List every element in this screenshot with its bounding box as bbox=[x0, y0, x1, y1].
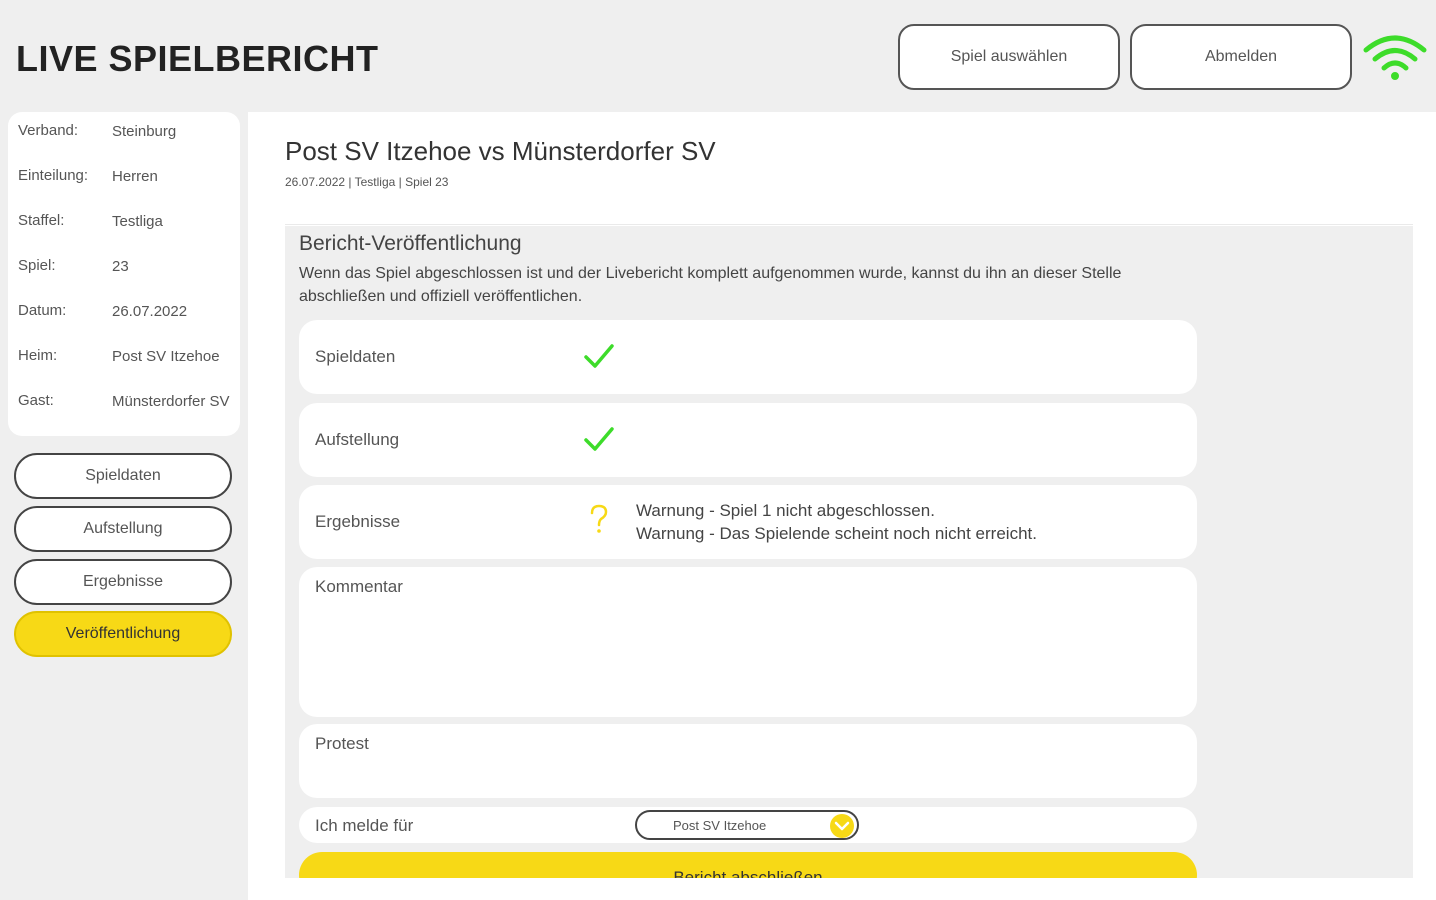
info-label: Datum: bbox=[18, 302, 67, 319]
info-label: Gast: bbox=[18, 392, 54, 409]
chevron-down-icon bbox=[830, 814, 854, 838]
panel-description: Wenn das Spiel abgeschlossen ist und der… bbox=[299, 265, 1122, 305]
app-title: LIVE SPIELBERICHT bbox=[16, 38, 379, 79]
check-row-aufstellung: Aufstellung bbox=[299, 403, 1197, 477]
match-meta: 26.07.2022 | Testliga | Spiel 23 bbox=[285, 175, 449, 189]
nav-aufstellung-button[interactable]: Aufstellung bbox=[14, 506, 232, 552]
info-value: Münsterdorfer SV bbox=[112, 393, 230, 410]
info-label: Einteilung: bbox=[18, 167, 89, 184]
select-game-button[interactable]: Spiel auswählen bbox=[898, 24, 1120, 90]
check-label: Ergebnisse bbox=[315, 512, 401, 531]
publication-panel: Bericht-Veröffentlichung Wenn das Spiel … bbox=[285, 226, 1413, 878]
info-value: 23 bbox=[112, 258, 129, 275]
protest-label: Protest bbox=[315, 734, 369, 753]
info-value: Steinburg bbox=[112, 123, 177, 140]
info-label: Heim: bbox=[18, 347, 58, 364]
info-value: Herren bbox=[112, 168, 158, 185]
warning-text: Warnung - Das Spielende scheint noch nic… bbox=[636, 524, 1037, 543]
check-icon bbox=[584, 427, 614, 451]
check-label: Spieldaten bbox=[315, 347, 396, 366]
team-select[interactable]: Post SV Itzehoe bbox=[635, 810, 859, 840]
comment-label: Kommentar bbox=[315, 577, 403, 596]
wifi-icon bbox=[1363, 35, 1427, 80]
protest-field[interactable]: Protest bbox=[299, 724, 1197, 798]
comment-field[interactable]: Kommentar bbox=[299, 567, 1197, 717]
nav-ergebnisse-button[interactable]: Ergebnisse bbox=[14, 559, 232, 605]
report-for-row: Ich melde für Post SV Itzehoe bbox=[299, 807, 1197, 843]
divider bbox=[285, 224, 1413, 225]
check-label: Aufstellung bbox=[315, 430, 400, 449]
match-title: Post SV Itzehoe vs Münsterdorfer SV bbox=[285, 136, 716, 166]
report-for-label: Ich melde für bbox=[315, 816, 414, 835]
question-icon bbox=[590, 504, 608, 533]
submit-report-button[interactable]: Bericht abschließen bbox=[299, 852, 1197, 878]
nav-veroeffentlichung-button[interactable]: Veröffentlichung bbox=[14, 611, 232, 657]
match-info-card: Verband: Steinburg Einteilung: Herren St… bbox=[8, 112, 240, 436]
check-row-ergebnisse: Ergebnisse Warnung - Spiel 1 nicht abges… bbox=[299, 485, 1197, 559]
info-value: Testliga bbox=[112, 213, 163, 230]
info-label: Staffel: bbox=[18, 212, 65, 229]
warning-list: Warnung - Spiel 1 nicht abgeschlossen. W… bbox=[636, 499, 1037, 545]
warning-text: Warnung - Spiel 1 nicht abgeschlossen. bbox=[636, 501, 935, 520]
team-select-value: Post SV Itzehoe bbox=[673, 818, 767, 833]
check-row-spieldaten: Spieldaten bbox=[299, 320, 1197, 394]
main-content: Post SV Itzehoe vs Münsterdorfer SV 26.0… bbox=[248, 112, 1436, 900]
info-label: Verband: bbox=[18, 122, 79, 139]
info-value: 26.07.2022 bbox=[112, 303, 188, 320]
logout-button[interactable]: Abmelden bbox=[1130, 24, 1352, 90]
check-icon bbox=[584, 344, 614, 368]
info-value: Post SV Itzehoe bbox=[112, 348, 220, 365]
panel-title: Bericht-Veröffentlichung bbox=[299, 232, 522, 255]
info-label: Spiel: bbox=[18, 257, 56, 274]
nav-spieldaten-button[interactable]: Spieldaten bbox=[14, 453, 232, 499]
